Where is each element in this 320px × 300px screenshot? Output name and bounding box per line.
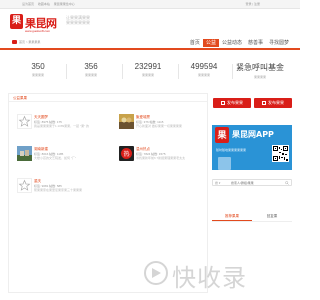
publish-left-button[interactable]: 发布果果 — [213, 98, 251, 108]
stat-divider — [232, 64, 233, 79]
main-nav: 首页 > 果果果果 首页 公益 公益动态 慈善事 寻找圆梦 — [0, 37, 300, 50]
group-card[interactable]: 湖南新建 标签: 8016 帖数: 1185 大楼小孩的文艺院发，如何 "厂" — [17, 146, 107, 172]
watermark: 快收录 — [142, 255, 300, 295]
group-card[interactable]: 聚爱城厦 标签: 376 帖数: 1115 开心新面对 做好果果一切果果果果 — [119, 114, 209, 140]
stat-label: 果果果果 — [197, 73, 210, 77]
group-card[interactable]: 重庆 标签: 9081 帖数: 585 帮果果家在果里尼果家果三十果果果 — [17, 178, 107, 204]
stat-label: 果果果果 — [84, 73, 97, 77]
watermark-text: 快收录 — [172, 264, 247, 292]
app-subtitle: 随时随地果果果果果果 — [216, 148, 247, 152]
search-input[interactable] — [231, 181, 281, 185]
stats-bar: 350 果果果果 356 果果果果 232991 果果果果 499594 果果果… — [18, 62, 288, 84]
group-thumbnail — [119, 114, 134, 129]
group-card[interactable]: 天天圆梦 标签: 8975 帖数: 175 我是果果果果于1.1089果果，一起… — [17, 114, 107, 140]
stat-number: 紧急呼叫基金 — [236, 63, 284, 72]
stat-number: 356 — [84, 62, 98, 71]
group-desc: 帮果果家在果里尼果家果三十果果果 — [34, 188, 83, 192]
group-desc: 开心新面对 做好果果一切果果果果 — [136, 124, 182, 128]
nav-item-news[interactable]: 公益动态 — [219, 39, 245, 47]
site-logo[interactable]: 果 果昆网 www.guokun8.com — [10, 14, 60, 36]
panel-header: 公益果果 — [9, 94, 207, 102]
breadcrumb-text: 首页 > 果果果果 — [19, 40, 41, 44]
search-type-dropdown[interactable]: 搜 ▾ — [215, 181, 220, 185]
app-logo-icon: 果 — [215, 127, 229, 143]
group-card[interactable]: 热 温州热点 标签: 7824 帖数: 1575 寻找果新年前6 7新报果理果果… — [119, 146, 209, 172]
nav-item-good-deeds[interactable]: 慈善事 — [245, 39, 266, 47]
breadcrumb: 首页 > 果果果果 — [12, 40, 41, 45]
stat-item: 499594 果果果果 — [179, 62, 229, 77]
qr-code-icon — [272, 145, 289, 162]
group-desc: 大楼小孩的文艺院发，如何 "厂" — [34, 156, 76, 160]
center-link[interactable]: 果昆果果给中心 — [54, 2, 75, 6]
nav-items: 首页 公益 公益动态 慈善事 寻找圆梦 — [187, 39, 292, 47]
bookmark-link[interactable]: 收藏本站 — [38, 2, 50, 6]
stat-number: 350 — [31, 62, 45, 71]
phone-icon — [218, 157, 231, 170]
stat-item: 232991 果果果果 — [123, 62, 173, 77]
tab-recommended[interactable]: 推荐果果 — [212, 212, 252, 221]
stat-item: 356 果果果果 — [66, 62, 116, 77]
top-links: 设为首页 收藏本站 果昆果果给中心 — [22, 2, 78, 6]
stat-item: 350 果果果果 — [13, 62, 63, 77]
logo-url: www.guokun8.com — [25, 29, 51, 33]
recommend-tabs: 推荐果果 回复果 — [212, 212, 292, 222]
home-icon[interactable] — [12, 40, 17, 45]
stat-number: 499594 — [190, 62, 218, 71]
search-box: 搜 ▾ — [212, 179, 292, 186]
publish-right-label: 发布果果 — [268, 100, 284, 105]
svg-text:热: 热 — [123, 150, 129, 158]
plus-icon — [262, 100, 266, 105]
app-download-banner[interactable]: 果 果昆网APP 随时随地果果果果果果 — [212, 125, 292, 170]
login-register[interactable]: 登录 | 注册 — [246, 2, 260, 6]
publish-right-button[interactable]: 发布果果 — [254, 98, 292, 108]
top-bar: 设为首页 收藏本站 果昆果果给中心 登录 | 注册 — [0, 0, 300, 9]
logo-badge-icon: 果 — [10, 14, 23, 29]
group-desc: 我是果果果果于1.1089果果，一起 "果" 的 — [34, 124, 89, 128]
group-desc: 寻找果新年前6 7新报果理果果老太太 — [136, 156, 186, 160]
nav-item-home[interactable]: 首页 — [187, 39, 203, 47]
watermark-logo-icon — [144, 261, 168, 285]
panel-title: 公益果果 — [13, 96, 27, 100]
publish-left-label: 发布果果 — [227, 100, 243, 105]
page: 设为首页 收藏本站 果昆果果给中心 登录 | 注册 果 果昆网 www.guok… — [0, 0, 300, 300]
stat-label: 果果果果 — [253, 75, 266, 79]
set-homepage-link[interactable]: 设为首页 — [22, 2, 34, 6]
app-title: 果昆网APP — [232, 130, 274, 139]
hot-badge-icon: 热 — [119, 146, 134, 161]
tab-replies[interactable]: 回复果 — [252, 212, 292, 221]
edit-icon — [221, 100, 225, 105]
search-icon[interactable] — [285, 181, 289, 185]
stat-number: 232991 — [134, 62, 162, 71]
star-icon — [17, 114, 32, 129]
slogan-line: 果果果果果果 — [66, 20, 90, 25]
group-thumbnail — [17, 146, 32, 161]
slogan: 让果果满果果 果果果果果果 — [66, 15, 106, 25]
nav-item-charity[interactable]: 公益 — [202, 39, 219, 47]
stat-item[interactable]: 紧急呼叫基金 果果果果 — [235, 62, 285, 79]
nav-item-dreams[interactable]: 寻找圆梦 — [266, 39, 292, 47]
stat-label: 果果果果 — [31, 73, 44, 77]
stat-label: 果果果果 — [141, 73, 154, 77]
star-icon — [17, 178, 32, 193]
